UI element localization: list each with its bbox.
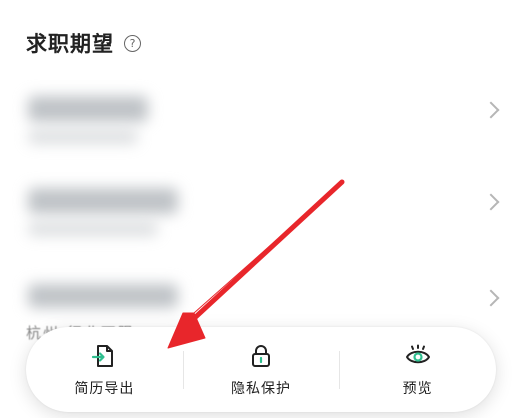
expectation-row-2[interactable] [0, 158, 515, 254]
blurred-text [28, 284, 178, 308]
blurred-text [28, 188, 178, 214]
blurred-subtext [28, 130, 138, 144]
resume-export-icon [92, 344, 114, 367]
chevron-right-icon [482, 193, 500, 211]
expectation-row-1[interactable] [0, 62, 515, 158]
resume-export-label: 简历导出 [74, 380, 135, 397]
lock-icon [252, 344, 270, 367]
question-circle-icon[interactable]: ? [124, 34, 141, 52]
section-header: 求职期望 ? [26, 28, 141, 58]
resume-action-bar: 简历导出 隐私保护 预览 [26, 327, 496, 412]
eye-icon [405, 344, 430, 363]
blurred-subtext [28, 222, 158, 236]
privacy-protection-button[interactable]: 隐私保护 [182, 327, 340, 412]
preview-button[interactable]: 预览 [339, 327, 496, 412]
chevron-right-icon [482, 101, 500, 119]
privacy-protection-label: 隐私保护 [231, 380, 291, 397]
blurred-text [28, 96, 148, 122]
resume-export-button[interactable]: 简历导出 [26, 327, 183, 412]
section-title: 求职期望 [26, 32, 114, 56]
chevron-right-icon [482, 289, 500, 307]
preview-label: 预览 [402, 380, 433, 397]
